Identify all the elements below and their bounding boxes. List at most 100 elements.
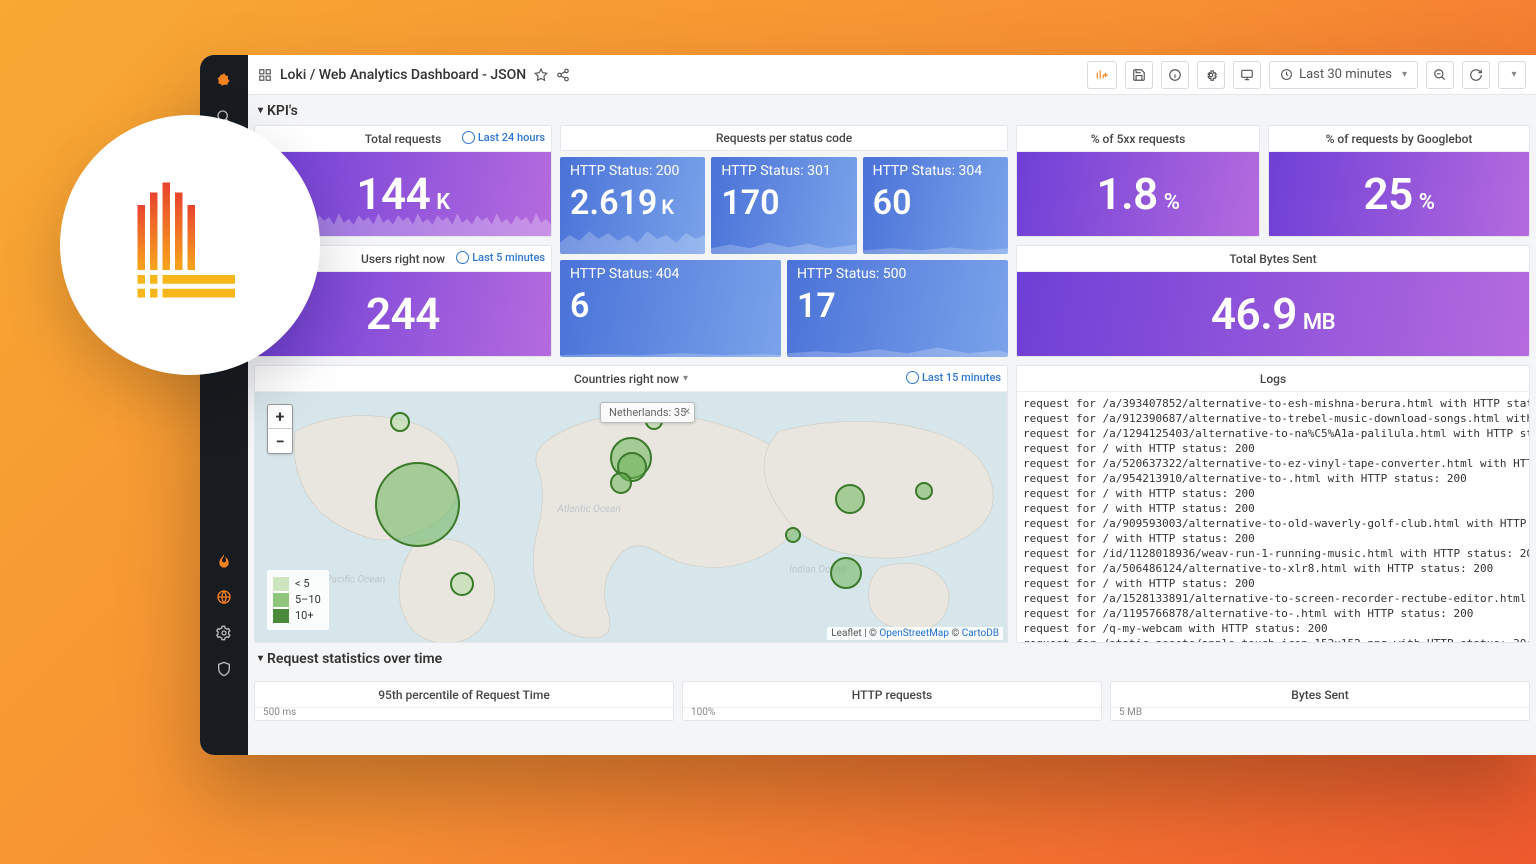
main-area: Loki / Web Analytics Dashboard - JSON La… bbox=[248, 55, 1536, 755]
svg-text:Pacific Ocean: Pacific Ocean bbox=[326, 574, 386, 586]
log-line: request for /a/393407852/alternative-to-… bbox=[1023, 396, 1523, 411]
panel-time-tag: Last 24 hours bbox=[462, 131, 545, 144]
map-canvas[interactable]: Atlantic Ocean Indian Ocean Pacific Ocea… bbox=[255, 392, 1007, 642]
status-label: HTTP Status: 500 bbox=[797, 266, 906, 282]
status-card-301[interactable]: HTTP Status: 301 170 bbox=[711, 157, 856, 254]
stats-row-header[interactable]: ▾ Request statistics over time bbox=[254, 643, 1530, 673]
panel-googlebot[interactable]: % of requests by Googlebot 25% bbox=[1268, 125, 1530, 237]
stat-unit: % bbox=[1164, 190, 1180, 215]
close-icon[interactable]: × bbox=[684, 404, 690, 418]
settings-icon[interactable] bbox=[208, 617, 240, 649]
status-label: HTTP Status: 304 bbox=[873, 163, 982, 179]
panel-logs[interactable]: Logs request for /a/393407852/alternativ… bbox=[1016, 365, 1530, 643]
panel-countries-map[interactable]: Countries right now ▾ Last 15 minutes bbox=[254, 365, 1008, 643]
share-icon[interactable] bbox=[556, 68, 570, 82]
shield-icon[interactable] bbox=[208, 653, 240, 685]
chevron-down-icon: ▾ bbox=[1402, 69, 1407, 80]
status-label: HTTP Status: 404 bbox=[570, 266, 679, 282]
legend-item: 5–10 bbox=[295, 592, 321, 608]
stat-value: 244 bbox=[366, 288, 440, 340]
log-line: request for /static assets/apple-touch-i… bbox=[1023, 636, 1523, 642]
zoom-out-button[interactable]: − bbox=[268, 429, 292, 453]
stat-unit: % bbox=[1419, 190, 1435, 215]
info-icon[interactable] bbox=[1161, 61, 1189, 89]
chevron-down-icon: ▾ bbox=[683, 373, 688, 384]
status-label: HTTP Status: 301 bbox=[721, 163, 830, 179]
panel-title: 95th percentile of Request Time bbox=[378, 688, 550, 702]
log-line: request for /id/1128018936/weav-run-1-ru… bbox=[1023, 546, 1523, 561]
svg-text:Atlantic Ocean: Atlantic Ocean bbox=[556, 504, 621, 515]
panel-title: Total Bytes Sent bbox=[1229, 252, 1316, 266]
carto-link[interactable]: CartoDB bbox=[962, 628, 999, 639]
save-button[interactable] bbox=[1125, 61, 1153, 89]
map-tooltip: Netherlands: 35 × bbox=[600, 402, 695, 423]
log-line: request for /a/1195766878/alternative-to… bbox=[1023, 606, 1523, 621]
zoom-in-button[interactable]: + bbox=[268, 405, 292, 429]
dashboard-body: ▾ KPI's Total requests Last 24 hours 144… bbox=[248, 95, 1536, 755]
app-window: Loki / Web Analytics Dashboard - JSON La… bbox=[200, 55, 1536, 755]
refresh-icon[interactable] bbox=[1462, 61, 1490, 89]
panel-5xx[interactable]: % of 5xx requests 1.8% bbox=[1016, 125, 1260, 237]
time-range-label: Last 30 minutes bbox=[1299, 67, 1392, 82]
legend-item: < 5 bbox=[295, 576, 310, 592]
osm-link[interactable]: OpenStreetMap bbox=[879, 628, 949, 639]
panel-title: Users right now bbox=[361, 252, 445, 266]
log-line: request for /q-my-webcam with HTTP statu… bbox=[1023, 621, 1523, 636]
panel-title: Logs bbox=[1260, 372, 1286, 386]
globe-icon[interactable] bbox=[208, 581, 240, 613]
monitor-icon[interactable] bbox=[1233, 61, 1261, 89]
panel-title: Bytes Sent bbox=[1291, 688, 1348, 702]
logs-body: request for /a/393407852/alternative-to-… bbox=[1017, 392, 1529, 642]
loki-logo-icon bbox=[115, 170, 265, 320]
star-icon[interactable] bbox=[534, 68, 548, 82]
kpi-row-title: KPI's bbox=[267, 103, 298, 119]
grafana-logo-icon[interactable] bbox=[208, 65, 240, 97]
panel-http-requests[interactable]: HTTP requests 100% bbox=[682, 681, 1102, 721]
stat-value: 1.8 bbox=[1096, 168, 1157, 220]
panel-title: Requests per status code bbox=[716, 131, 852, 145]
log-line: request for /a/520637322/alternative-to-… bbox=[1023, 456, 1523, 471]
time-range-picker[interactable]: Last 30 minutes ▾ bbox=[1269, 61, 1418, 89]
panel-status-codes[interactable]: Requests per status code HTTP Status: 20… bbox=[560, 125, 1008, 357]
map-zoom-controls: + − bbox=[267, 404, 293, 454]
log-line: request for / with HTTP status: 200 bbox=[1023, 501, 1523, 516]
topbar: Loki / Web Analytics Dashboard - JSON La… bbox=[248, 55, 1536, 95]
status-label: HTTP Status: 200 bbox=[570, 163, 679, 179]
log-line: request for /a/954213910/alternative-to-… bbox=[1023, 471, 1523, 486]
stat-value: 25 bbox=[1363, 168, 1412, 220]
panel-p95[interactable]: 95th percentile of Request Time 500 ms bbox=[254, 681, 674, 721]
status-card-500[interactable]: HTTP Status: 500 17 bbox=[787, 260, 1008, 357]
panel-time-tag: Last 15 minutes bbox=[906, 371, 1001, 384]
panel-title: Countries right now bbox=[574, 372, 679, 386]
gear-icon[interactable] bbox=[1197, 61, 1225, 89]
log-line: request for /a/909593003/alternative-to-… bbox=[1023, 516, 1523, 531]
page-title: Loki / Web Analytics Dashboard - JSON bbox=[280, 67, 526, 83]
panel-title: % of 5xx requests bbox=[1091, 132, 1186, 146]
status-card-304[interactable]: HTTP Status: 304 60 bbox=[863, 157, 1008, 254]
legend-item: 10+ bbox=[295, 608, 314, 624]
panel-title: % of requests by Googlebot bbox=[1326, 132, 1473, 146]
zoom-out-icon[interactable] bbox=[1426, 61, 1454, 89]
tooltip-text: Netherlands: 35 bbox=[609, 406, 686, 419]
map-legend: < 5 5–10 10+ bbox=[267, 570, 329, 630]
fire-icon[interactable] bbox=[208, 545, 240, 577]
log-line: request for / with HTTP status: 200 bbox=[1023, 576, 1523, 591]
log-line: request for /a/1528133891/alternative-to… bbox=[1023, 591, 1523, 606]
stats-row-title: Request statistics over time bbox=[267, 651, 442, 667]
refresh-interval-picker[interactable]: ▾ bbox=[1498, 61, 1526, 89]
status-card-404[interactable]: HTTP Status: 404 6 bbox=[560, 260, 781, 357]
panel-title: HTTP requests bbox=[852, 688, 933, 702]
panel-bytes-sent[interactable]: Total Bytes Sent 46.9MB bbox=[1016, 245, 1530, 357]
log-line: request for /a/912390687/alternative-to-… bbox=[1023, 411, 1523, 426]
apps-icon[interactable] bbox=[258, 68, 272, 82]
log-line: request for /a/1294125403/alternative-to… bbox=[1023, 426, 1523, 441]
status-card-200[interactable]: HTTP Status: 200 2.619K bbox=[560, 157, 705, 254]
kpi-row-header[interactable]: ▾ KPI's bbox=[254, 95, 1530, 125]
add-panel-button[interactable] bbox=[1087, 61, 1117, 89]
axis-label: 100% bbox=[691, 707, 715, 718]
log-line: request for / with HTTP status: 200 bbox=[1023, 531, 1523, 546]
caret-down-icon: ▾ bbox=[258, 105, 263, 116]
stat-value: 46.9 bbox=[1211, 288, 1297, 340]
panel-title: Total requests bbox=[365, 132, 442, 146]
panel-bytes-sent-ts[interactable]: Bytes Sent 5 MB bbox=[1110, 681, 1530, 721]
